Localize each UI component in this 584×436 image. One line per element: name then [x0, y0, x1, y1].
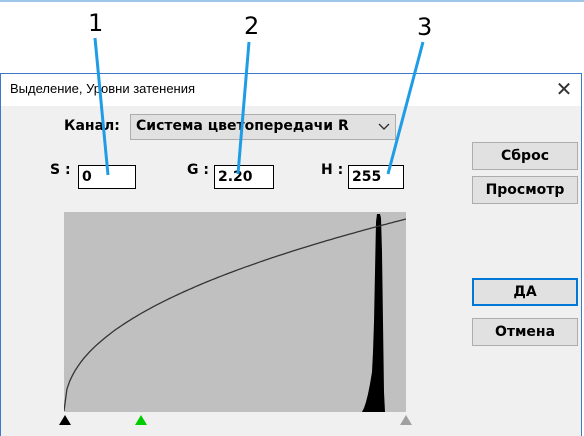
- callout-number-3: 3: [417, 13, 433, 41]
- highlight-input[interactable]: 255: [348, 165, 404, 189]
- channel-label: Канал:: [64, 118, 120, 134]
- levels-graph-canvas: [64, 214, 406, 412]
- h-label: H :: [321, 162, 344, 178]
- chevron-down-icon: [378, 123, 390, 130]
- gamma-marker-icon[interactable]: [134, 414, 148, 426]
- g-label: G :: [187, 162, 209, 178]
- cancel-button[interactable]: Отмена: [472, 318, 578, 346]
- ok-button[interactable]: ДА: [472, 278, 578, 306]
- shadow-input[interactable]: 0: [78, 165, 136, 189]
- highlight-input-value: 255: [352, 169, 382, 185]
- reset-button[interactable]: Сброс: [472, 142, 578, 170]
- shadow-marker-icon[interactable]: [58, 414, 72, 426]
- dialog-title: Выделение, Уровни затенения: [10, 81, 196, 96]
- callout-number-1: 1: [88, 9, 104, 37]
- callout-number-2: 2: [244, 12, 260, 40]
- s-label: S :: [50, 162, 71, 178]
- histogram: [362, 214, 385, 412]
- levels-graph[interactable]: [64, 212, 406, 412]
- shadow-input-value: 0: [82, 169, 92, 185]
- gamma-input[interactable]: 2.20: [214, 165, 274, 189]
- gamma-input-value: 2.20: [218, 169, 253, 185]
- gamma-curve: [64, 218, 406, 412]
- highlight-marker-icon[interactable]: [399, 414, 413, 426]
- channel-select[interactable]: Система цветопередачи R: [130, 114, 396, 140]
- top-accent-line: [0, 0, 584, 2]
- preview-button[interactable]: Просмотр: [472, 176, 578, 204]
- close-icon[interactable]: ✕: [553, 79, 575, 101]
- channel-select-value: Система цветопередачи R: [136, 118, 349, 134]
